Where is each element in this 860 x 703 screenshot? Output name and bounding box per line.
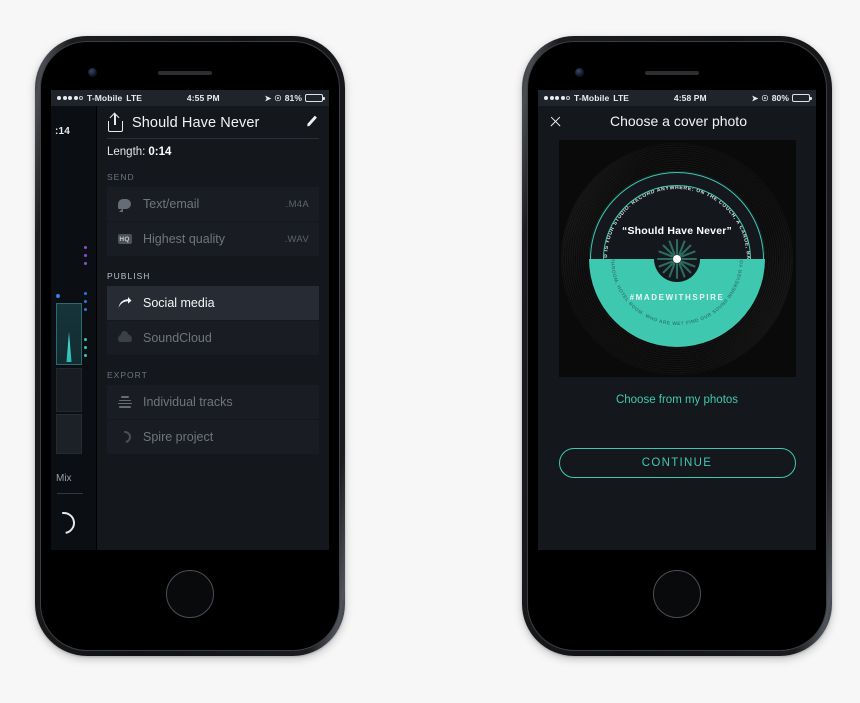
- share-sheet-header: Should Have Never: [97, 106, 329, 132]
- track-dots-purple[interactable]: [84, 246, 87, 265]
- record-label-disc: WITH SPIRE, THE WORLD IS YOUR STUDIO. RE…: [589, 170, 765, 347]
- page-title: Should Have Never: [132, 114, 260, 131]
- clock-label-right: 4:58 PM: [673, 93, 707, 103]
- section-label-export: EXPORT: [107, 370, 148, 380]
- row-spire-project[interactable]: Spire project: [107, 420, 319, 454]
- status-bar-right: T-Mobile LTE 4:58 PM ➤ ☉ 80%: [538, 90, 816, 106]
- continue-button[interactable]: CONTINUE: [558, 448, 796, 478]
- network-label-right: LTE: [613, 93, 630, 103]
- track-stack-icon: [117, 396, 132, 408]
- phone-bottom-left: [41, 550, 339, 650]
- right-screen-body: Choose a cover photo D IS YOUR STUDIO. R…: [538, 106, 816, 550]
- network-label-left: LTE: [126, 93, 143, 103]
- row-ext-highest-quality: .WAV: [284, 233, 309, 245]
- length-label: Length:: [107, 146, 146, 158]
- signal-dots-icon: [57, 96, 83, 100]
- cover-hashtag: #MADEWITHSPIRE: [629, 292, 725, 302]
- row-label-individual-tracks: Individual tracks: [143, 395, 233, 409]
- record-spindle: [654, 235, 700, 282]
- mix-divider: [57, 493, 83, 494]
- share-icon[interactable]: [107, 112, 124, 132]
- carrier-label-right: T-Mobile: [574, 93, 610, 103]
- mix-label: Mix: [56, 473, 72, 484]
- audio-clip-2[interactable]: [56, 368, 82, 412]
- earpiece-speaker-icon: [645, 71, 699, 75]
- row-soundcloud[interactable]: SoundCloud: [107, 321, 319, 355]
- battery-icon: [305, 94, 325, 102]
- share-arrow-icon: [117, 297, 132, 309]
- playhead-marker-icon: [56, 294, 60, 298]
- section-label-publish: PUBLISH: [107, 271, 151, 281]
- phone-device-left: T-Mobile LTE 4:55 PM ➤ ☉ 81%:14 Mix Sho…: [35, 36, 345, 656]
- battery-percent-left: 81%: [284, 93, 302, 103]
- row-label-highest-quality: Highest quality: [143, 232, 225, 246]
- row-individual-tracks[interactable]: Individual tracks: [107, 385, 319, 419]
- screenshot-stage: T-Mobile LTE 4:55 PM ➤ ☉ 81%:14 Mix Sho…: [0, 0, 860, 703]
- cover-photo-header: Choose a cover photo: [538, 106, 816, 136]
- screen-right: T-Mobile LTE 4:58 PM ➤ ☉ 80% Choose a co…: [538, 90, 816, 550]
- phone-screen-bezel-left: T-Mobile LTE 4:55 PM ➤ ☉ 81%:14 Mix Sho…: [40, 41, 340, 651]
- pencil-edit-icon[interactable]: [305, 116, 319, 130]
- left-screen-body: :14 Mix Should Have Never Length: 0:14 S…: [51, 106, 329, 550]
- row-social-media[interactable]: Social media: [107, 286, 319, 320]
- length-row: Length: 0:14: [97, 139, 329, 158]
- section-label-send: SEND: [107, 172, 135, 182]
- page-title: Choose a cover photo: [610, 113, 747, 129]
- hq-badge-icon: HQ: [117, 234, 132, 244]
- record-center-hole: [673, 254, 681, 263]
- front-camera-icon: [88, 68, 97, 77]
- alarm-clock-icon: ☉: [274, 93, 282, 103]
- phone-bottom-right: [528, 550, 826, 650]
- cloud-icon: [117, 331, 132, 342]
- speech-bubble-icon: [117, 199, 132, 209]
- close-x-icon[interactable]: [549, 115, 562, 128]
- phone-top-sensors-right: [528, 42, 826, 90]
- row-text-email[interactable]: Text/email .M4A: [107, 187, 319, 221]
- screen-left: T-Mobile LTE 4:55 PM ➤ ☉ 81%:14 Mix Sho…: [51, 90, 329, 550]
- mixer-time-label: :14: [55, 126, 71, 137]
- track-dots-teal[interactable]: [84, 338, 87, 357]
- share-sheet-panel: Should Have Never Length: 0:14 SEND Text…: [97, 106, 329, 550]
- track-dots-blue[interactable]: [84, 292, 87, 311]
- spire-logo-icon[interactable]: [51, 507, 80, 539]
- status-bar-left: T-Mobile LTE 4:55 PM ➤ ☉ 81%: [51, 90, 329, 106]
- spire-logo-icon: [116, 428, 133, 446]
- signal-dots-icon: [544, 96, 570, 100]
- carrier-label-left: T-Mobile: [87, 93, 123, 103]
- alarm-clock-icon: ☉: [761, 93, 769, 103]
- row-ext-text-email: .M4A: [285, 198, 309, 210]
- home-button[interactable]: [653, 570, 701, 618]
- cover-art-preview[interactable]: WITH SPIRE, THE WORLD IS YOUR STUDIO. RE…: [558, 140, 796, 377]
- audio-clip-3[interactable]: [56, 414, 82, 454]
- location-arrow-icon: ➤: [264, 93, 272, 103]
- choose-from-photos-link[interactable]: Choose from my photos: [538, 394, 816, 406]
- phone-top-sensors-left: [41, 42, 339, 90]
- audio-clip-1[interactable]: [56, 303, 82, 365]
- clock-label-left: 4:55 PM: [186, 93, 220, 103]
- location-arrow-icon: ➤: [751, 93, 759, 103]
- phone-screen-bezel-right: T-Mobile LTE 4:58 PM ➤ ☉ 80% Choose a co…: [527, 41, 827, 651]
- home-button[interactable]: [166, 570, 214, 618]
- waveform-peak-icon: [66, 332, 72, 362]
- row-label-soundcloud: SoundCloud: [143, 331, 212, 345]
- phone-device-right: T-Mobile LTE 4:58 PM ➤ ☉ 80% Choose a co…: [522, 36, 832, 656]
- battery-percent-right: 80%: [771, 93, 789, 103]
- background-mixer-panel[interactable]: :14 Mix: [51, 106, 97, 550]
- front-camera-icon: [575, 68, 584, 77]
- battery-icon: [792, 94, 812, 102]
- row-label-text-email: Text/email: [143, 197, 200, 211]
- row-highest-quality[interactable]: HQ Highest quality .WAV: [107, 222, 319, 256]
- row-label-social-media: Social media: [143, 296, 215, 310]
- earpiece-speaker-icon: [158, 71, 212, 75]
- length-value: 0:14: [148, 146, 172, 158]
- row-label-spire-project: Spire project: [143, 430, 214, 444]
